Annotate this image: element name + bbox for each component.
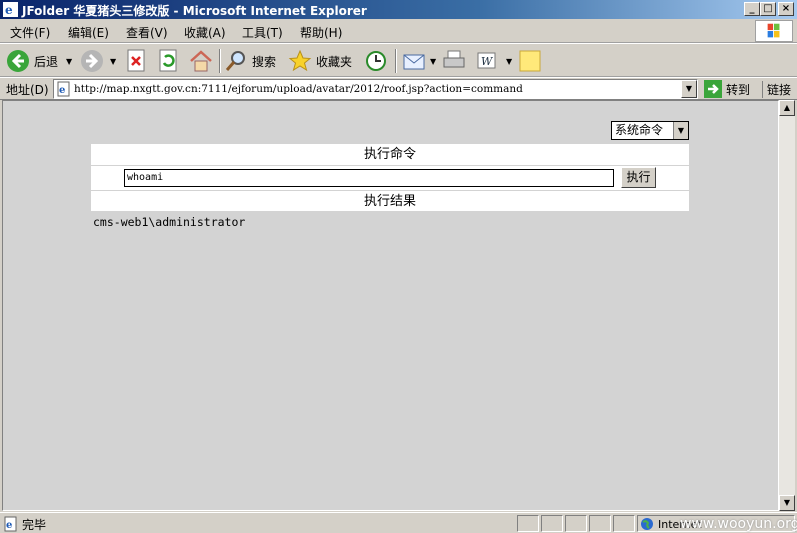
mail-button[interactable]: ▼ [402,48,436,74]
forward-arrow-icon [81,50,103,72]
vertical-scrollbar[interactable]: ▲ ▼ [779,100,795,511]
scroll-up-icon[interactable]: ▲ [779,100,795,116]
refresh-icon [159,49,177,72]
menu-view[interactable]: 查看(V) [126,24,168,41]
note-icon [519,50,541,72]
menu-help[interactable]: 帮助(H) [300,24,342,41]
mail-dropdown-icon[interactable]: ▼ [430,57,436,66]
stop-button[interactable] [126,48,148,74]
address-bar: 地址(D) e http://map.nxgtt.gov.cn:7111/ejf… [0,77,797,100]
close-button[interactable]: × [778,2,794,16]
search-button[interactable]: 搜索 [224,48,276,74]
globe-icon [641,518,653,530]
go-label: 转到 [726,82,751,97]
edit-dropdown-icon[interactable]: ▼ [506,57,512,66]
title-bar: e JFolder 华夏猪头三修改版 - Microsoft Internet … [0,0,797,19]
status-cell [565,515,587,532]
print-button[interactable] [442,48,466,74]
menu-bar: 文件(F) 编辑(E) 查看(V) 收藏(A) 工具(T) 帮助(H) [0,19,797,43]
svg-text:e: e [5,3,13,17]
minimize-button[interactable]: _ [744,2,760,16]
status-text: 完毕 [22,518,47,532]
address-url: http://map.nxgtt.gov.cn:7111/ejforum/upl… [74,83,523,95]
home-button[interactable] [188,48,214,74]
menu-edit[interactable]: 编辑(E) [68,24,109,41]
select-dropdown-icon: ▼ [673,122,688,139]
menu-file[interactable]: 文件(F) [10,24,50,41]
maximize-button[interactable]: □ [760,2,776,16]
command-input[interactable]: whoami [124,169,614,187]
watermark-text: www.wooyun.org [680,516,797,532]
refresh-button[interactable] [158,48,180,74]
back-dropdown-icon[interactable]: ▼ [66,57,72,66]
back-label: 后退 [34,54,59,69]
page-status-icon: e [4,516,17,532]
edit-button[interactable]: W ▼ [476,48,512,74]
address-input[interactable]: e http://map.nxgtt.gov.cn:7111/ejforum/u… [53,79,698,99]
address-label: 地址(D) [6,83,49,97]
execute-button[interactable]: 执行 [621,167,656,188]
history-button[interactable] [362,48,388,74]
ie-icon: e [3,2,18,17]
exec-result-header: 执行结果 [91,190,689,211]
word-icon: W [477,52,496,69]
links-button[interactable]: 链接 [762,81,791,98]
command-result: cms-web1\administrator [93,215,246,229]
notes-button[interactable] [518,48,542,74]
status-cell [613,515,635,532]
forward-dropdown-icon[interactable]: ▼ [110,57,116,66]
window-title: JFolder 华夏猪头三修改版 - Microsoft Internet Ex… [22,4,367,18]
status-cell [541,515,563,532]
favorites-button[interactable]: 收藏夹 [288,48,352,74]
svg-text:e: e [59,85,65,96]
command-type-value: 系统命令 [615,123,664,137]
page-icon: e [57,81,70,97]
status-bar: e 完毕 Internet www.wooyun.org [0,512,797,533]
toolbar-separator [395,49,397,73]
forward-button[interactable]: ▼ [80,48,116,74]
svg-text:e: e [6,520,12,531]
star-icon [288,49,312,72]
scroll-down-icon[interactable]: ▼ [779,495,795,511]
svg-text:W: W [481,55,494,68]
command-row: whoami 执行 [91,166,689,190]
menu-favorites[interactable]: 收藏(A) [184,24,226,41]
mail-icon [403,54,425,70]
toolbar: 后退 ▼ ▼ 搜索 收藏夹 ▼ W ▼ [0,43,797,77]
stop-icon [127,49,145,72]
status-cell [517,515,539,532]
menu-tools[interactable]: 工具(T) [242,24,283,41]
favorites-label: 收藏夹 [316,54,353,69]
windows-logo-icon [755,20,793,42]
page-content: 系统命令 ▼ 执行命令 whoami 执行 执行结果 cms-web1\admi… [2,100,779,511]
toolbar-separator [219,49,221,73]
search-icon [225,51,245,71]
command-type-select[interactable]: 系统命令 ▼ [611,121,689,140]
go-arrow-icon [704,80,722,98]
exec-command-header: 执行命令 [91,144,689,165]
go-button[interactable]: 转到 [704,80,750,98]
home-icon [190,50,212,72]
address-dropdown-icon[interactable]: ▼ [681,80,697,98]
back-button[interactable]: 后退 ▼ [6,48,72,74]
back-arrow-icon [7,50,29,72]
printer-icon [443,50,465,68]
search-label: 搜索 [252,54,277,69]
history-icon [366,51,386,71]
status-cell [589,515,611,532]
